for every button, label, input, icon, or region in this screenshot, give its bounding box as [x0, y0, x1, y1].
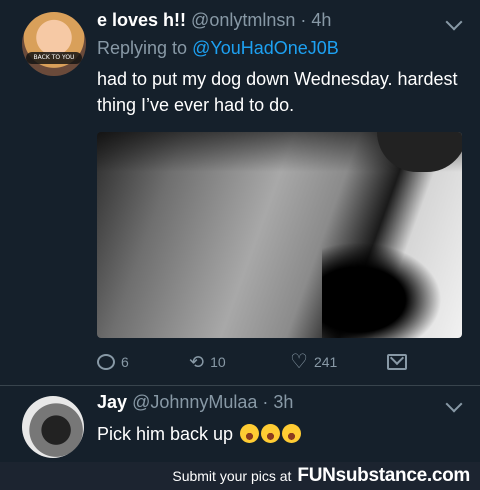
- footer-brand: FUNsubstance.com: [297, 465, 470, 486]
- crying-emoji-icon: [261, 424, 281, 443]
- retweet-icon: ⟲: [189, 352, 205, 372]
- avatar[interactable]: BACK TO YOU: [22, 12, 86, 76]
- dm-button[interactable]: [387, 350, 407, 374]
- reply-icon: [97, 354, 115, 370]
- like-button[interactable]: ♡ 241: [290, 350, 337, 374]
- divider: [0, 385, 480, 386]
- replying-to: Replying to @YouHadOneJ0B: [97, 38, 339, 59]
- reply-user-handle[interactable]: @JohnnyMulaa: [132, 392, 257, 412]
- footer-prefix: Submit your pics at: [172, 468, 292, 484]
- reply-count: 6: [121, 354, 129, 370]
- display-name[interactable]: e loves h!!: [97, 10, 186, 30]
- like-icon: ♡: [290, 351, 308, 373]
- reply-avatar[interactable]: [22, 396, 84, 458]
- reply-text: Pick him back up: [97, 424, 234, 444]
- timestamp[interactable]: · 4h: [300, 10, 331, 30]
- reply-text-row: Pick him back up: [97, 421, 302, 447]
- reply-header: Jay @JohnnyMulaa · 3h: [97, 392, 293, 413]
- photo-shadow: [322, 242, 442, 338]
- reply-display-name[interactable]: Jay: [97, 392, 127, 412]
- watermark-footer: Submit your pics at FUNsubstance.com: [0, 462, 480, 490]
- action-bar: 6 ⟲ 10 ♡ 241: [97, 350, 417, 374]
- mention-link[interactable]: @YouHadOneJ0B: [192, 38, 339, 58]
- user-handle[interactable]: @onlytmlnsn: [191, 10, 295, 30]
- crying-emoji-icon: [282, 424, 302, 443]
- crying-emoji-icon: [240, 424, 260, 443]
- retweet-button[interactable]: ⟲ 10: [189, 350, 226, 374]
- like-count: 241: [313, 354, 338, 370]
- chevron-down-icon[interactable]: [445, 395, 463, 413]
- avatar-badge: BACK TO YOU: [26, 52, 82, 64]
- chevron-down-icon[interactable]: [445, 13, 463, 31]
- replying-prefix: Replying to: [97, 38, 188, 58]
- tweet-text: had to put my dog down Wednesday. hardes…: [97, 69, 458, 115]
- retweet-count: 10: [210, 354, 226, 370]
- tweet-photo[interactable]: [97, 132, 462, 338]
- dm-icon: [387, 354, 407, 370]
- reply-timestamp[interactable]: · 3h: [262, 392, 293, 412]
- tweet-header: e loves h!! @onlytmlnsn · 4h: [97, 10, 331, 31]
- reply-button[interactable]: 6: [97, 350, 129, 374]
